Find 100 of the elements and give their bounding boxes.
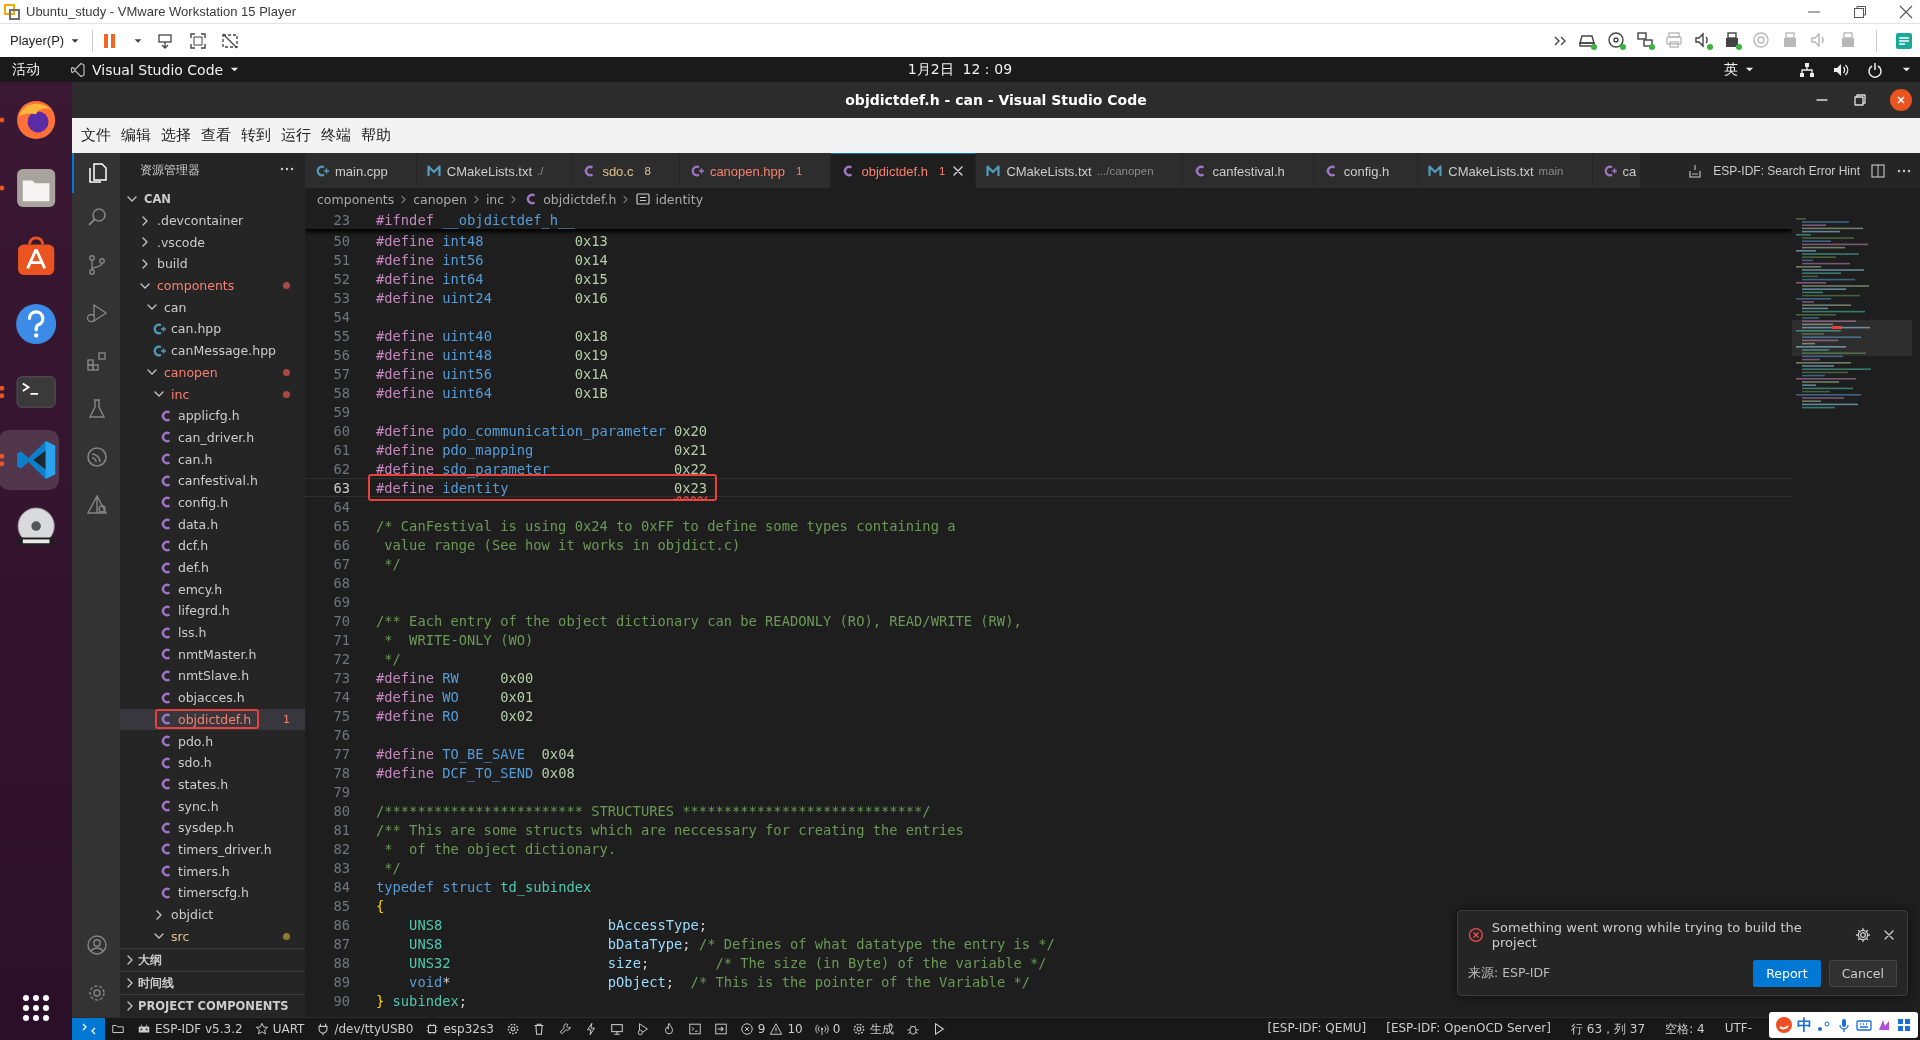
settings-icon[interactable] [1855,927,1871,943]
editor-tab[interactable]: main.cpp [305,153,417,188]
wifi-globe-icon[interactable] [85,445,109,469]
menu-item[interactable]: 帮助 [356,126,396,145]
network-icon[interactable] [1636,30,1656,51]
clock[interactable]: 1月2日 12：09 [907,60,1013,79]
triangle-wrench-icon[interactable] [85,493,109,517]
editor-tab[interactable]: config.h [1313,153,1419,188]
file-item[interactable]: objdictdef.h 1 [120,708,305,731]
file-item[interactable]: nmtSlave.h [120,665,305,687]
close-button[interactable] [1890,89,1912,111]
file-item[interactable]: pdo.h [120,730,305,752]
section-header[interactable]: 大纲 [120,948,305,971]
restore-icon[interactable] [1852,3,1868,20]
file-item[interactable]: objacces.h [120,686,305,709]
file-item[interactable]: can.hpp [120,318,305,340]
player-menu[interactable]: Player(P) [6,31,85,50]
folder-item[interactable]: CAN [120,188,305,210]
editor-tab[interactable]: sdo.c 8 [572,153,680,188]
hint-icon[interactable] [1687,162,1704,179]
editor-tab[interactable]: CMakeLists.txt main [1418,153,1593,188]
file-item[interactable]: timers.h [120,860,305,882]
file-item[interactable]: data.h [120,513,305,535]
breadcrumb-item[interactable]: canopen [413,191,467,207]
settings-icon[interactable] [505,1022,520,1036]
keyboard-icon[interactable] [1856,1017,1872,1033]
menu-item[interactable]: 编辑 [116,126,156,145]
status-item[interactable]: UART [248,1022,311,1036]
editor-tab[interactable]: CMakeLists.txt .../canopen [976,153,1183,188]
editor-tab[interactable]: canopen.hpp 1 [679,153,832,188]
search-error-hint-button[interactable]: ESP-IDF: Search Error Hint [1713,163,1860,178]
status-item[interactable]: [ESP-IDF: OpenOCD Server] [1386,1020,1551,1038]
file-item[interactable]: applicfg.h [120,404,305,427]
file-item[interactable]: timerscfg.h [120,882,305,904]
account-icon[interactable] [85,933,109,957]
status-item[interactable]: 0 [808,1022,847,1036]
usb-device-icon[interactable] [1723,30,1743,51]
file-item[interactable]: can.h [120,448,305,470]
menu-item[interactable]: 转到 [236,126,276,145]
breadcrumb-item[interactable]: objdictdef.h [543,191,617,207]
menu-item[interactable]: 查看 [196,126,236,145]
editor-tab[interactable]: ca [1592,153,1642,188]
status-item[interactable]: 行 63，列 37 [1570,1020,1646,1038]
breadcrumb-item[interactable]: identity [655,191,704,207]
folder-item[interactable]: .vscode [120,231,305,254]
input-mode[interactable]: 中 [1797,1015,1812,1035]
folder-item[interactable]: can [120,296,305,319]
file-item[interactable]: canMessage.hpp [120,339,305,362]
extensions-icon[interactable] [85,349,109,373]
speaker-icon[interactable] [1694,30,1714,51]
editor-tab[interactable]: CMakeLists.txt ./ [416,153,573,188]
folder-icon[interactable] [111,1022,125,1036]
folder-item[interactable]: objdict [120,903,305,926]
file-item[interactable]: lifegrd.h [120,600,305,622]
folder-item[interactable]: .devcontainer [120,209,305,232]
file-item[interactable]: dcf.h [120,535,305,557]
menu-item[interactable]: 终端 [316,126,356,145]
arrow-box-icon[interactable] [713,1022,728,1036]
editor-tab[interactable]: objdictdef.h 1 [831,153,977,188]
file-item[interactable]: emcy.h [120,578,305,601]
disc-icon[interactable] [1607,30,1627,51]
status-item[interactable]: ESP-IDF v5.3.2 [131,1022,249,1036]
unity-mode-icon[interactable] [221,31,240,50]
run-debug-icon[interactable] [85,301,109,325]
file-item[interactable]: config.h [120,491,305,514]
status-item[interactable]: /dev/ttyUSB0 [310,1022,420,1036]
folder-item[interactable]: build [120,253,305,275]
editor-tab[interactable]: canfestival.h [1182,153,1314,188]
folder-item[interactable]: inc [120,383,305,405]
play-icon[interactable] [932,1022,947,1036]
input-method-toolbar[interactable]: 中 [1769,1012,1918,1038]
file-item[interactable]: can_driver.h [120,426,305,449]
file-item[interactable]: sync.h [120,795,305,817]
monitor-icon[interactable] [609,1022,624,1036]
menu-item[interactable]: 运行 [276,126,316,145]
power-icon[interactable] [1867,61,1883,78]
microphone-icon[interactable] [1836,1017,1852,1033]
folder-item[interactable]: src [120,925,305,948]
input-method-indicator[interactable]: 英 [1724,60,1738,79]
terminal-icon[interactable] [687,1022,702,1036]
primary-button[interactable]: Report [1753,960,1821,987]
fullscreen-icon[interactable] [189,31,208,50]
file-item[interactable]: states.h [120,773,305,796]
status-item[interactable]: 生成 [846,1020,901,1038]
status-item[interactable]: esp32s3 [419,1022,500,1036]
file-item[interactable]: lss.h [120,621,305,644]
file-item[interactable]: def.h [120,556,305,579]
bug-icon[interactable] [906,1022,921,1036]
file-item[interactable]: nmtMaster.h [120,643,305,666]
app-menu[interactable]: Visual Studio Code [92,61,224,78]
folder-item[interactable]: components [120,274,305,297]
file-item[interactable]: canfestival.h [120,469,305,492]
activities-button[interactable]: 活动 [0,60,54,79]
folder-item[interactable]: canopen [120,361,305,384]
section-header[interactable]: 时间线 [120,971,305,994]
problems-button[interactable]: 9 10 [733,1022,809,1036]
close-icon[interactable] [1898,3,1914,20]
menu-item[interactable]: 选择 [156,126,196,145]
network-icon[interactable] [1799,61,1815,78]
breadcrumb-item[interactable]: inc [485,191,505,207]
